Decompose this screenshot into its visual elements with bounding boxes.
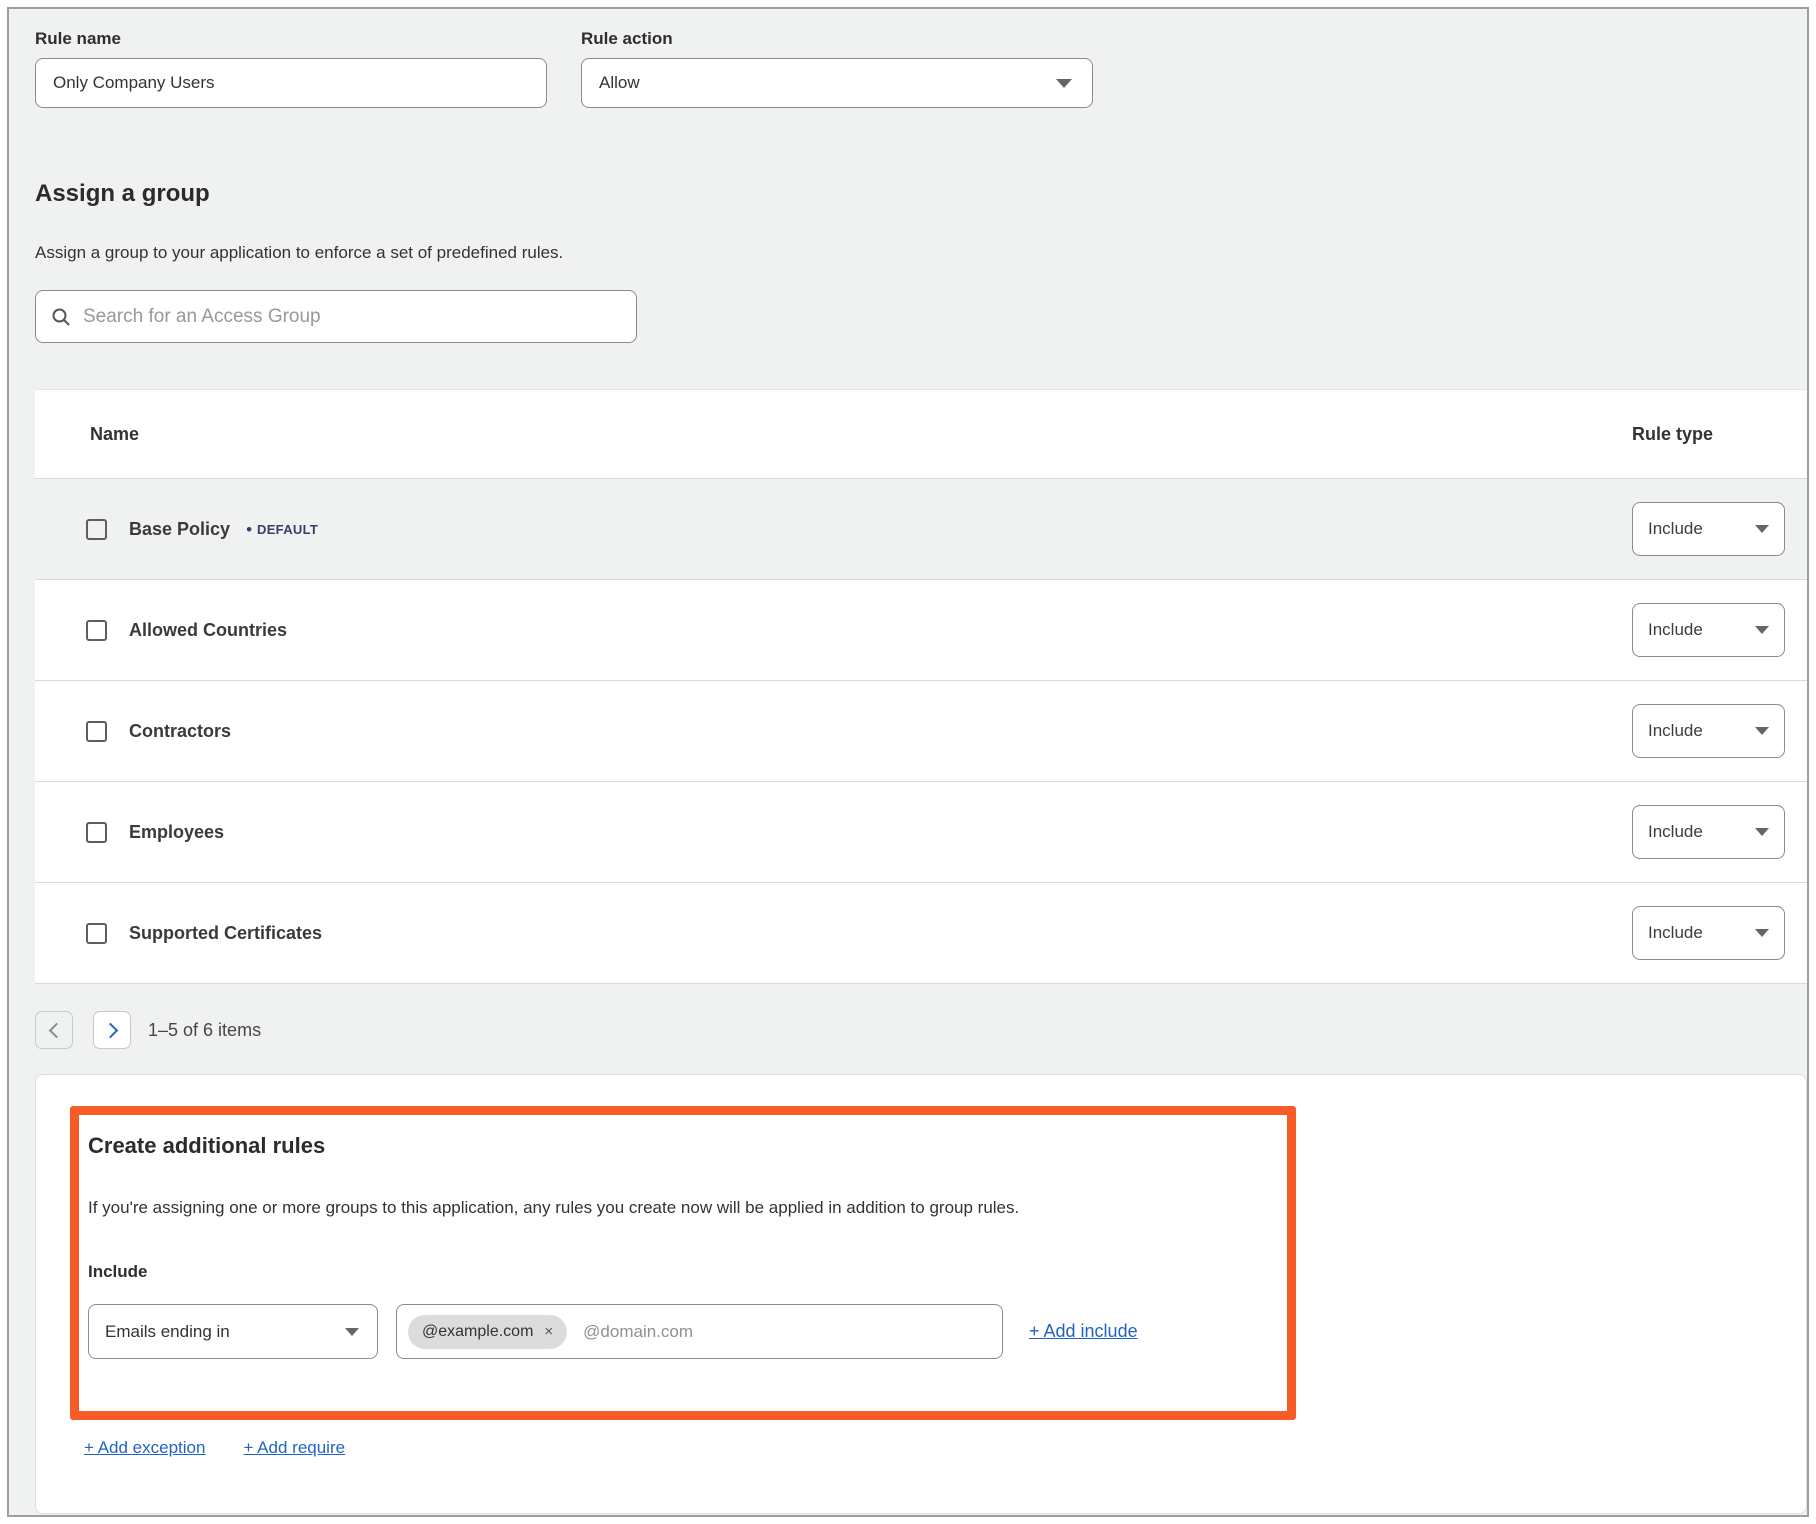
rule-type-value: Include (1648, 519, 1703, 539)
chevron-down-icon (1755, 929, 1769, 937)
rule-form: Rule name Rule action Allow (35, 29, 1807, 108)
rule-value-input-wrapper[interactable]: @example.com × (396, 1304, 1003, 1359)
additional-rules-description: If you're assigning one or more groups t… (88, 1196, 1267, 1220)
group-name: Contractors (129, 721, 231, 742)
row-checkbox[interactable] (86, 923, 107, 944)
rule-type-value: Include (1648, 923, 1703, 943)
rule-name-field-group: Rule name (35, 29, 547, 108)
include-rule-builder: Emails ending in @example.com × + Add in… (88, 1304, 1267, 1359)
rule-links-row: + Add exception + Add require (84, 1438, 1806, 1458)
assign-group-description: Assign a group to your application to en… (35, 242, 1807, 264)
column-header-name: Name (35, 424, 1632, 445)
rule-type-value: Include (1648, 822, 1703, 842)
table-header: Name Rule type (35, 390, 1807, 479)
group-name: Supported Certificates (129, 923, 322, 944)
group-name: Allowed Countries (129, 620, 287, 641)
group-name: Employees (129, 822, 224, 843)
group-name: Base Policy (129, 519, 230, 540)
rule-action-label: Rule action (581, 29, 1093, 49)
table-row: Allowed Countries Include (35, 580, 1807, 681)
row-checkbox[interactable] (86, 721, 107, 742)
rule-action-field-group: Rule action Allow (581, 29, 1093, 108)
chevron-down-icon (1056, 79, 1072, 88)
pagination: 1–5 of 6 items (35, 1011, 1807, 1049)
table-row: Contractors Include (35, 681, 1807, 782)
rule-name-label: Rule name (35, 29, 547, 49)
email-domain-chip: @example.com × (408, 1315, 567, 1349)
table-row: Employees Include (35, 782, 1807, 883)
row-checkbox[interactable] (86, 620, 107, 641)
chevron-down-icon (1755, 525, 1769, 533)
chevron-down-icon (345, 1328, 359, 1336)
rule-type-select[interactable]: Include (1632, 502, 1785, 556)
assign-group-heading: Assign a group (35, 180, 1807, 208)
page-frame: Rule name Rule action Allow Assign a gro… (7, 7, 1809, 1517)
chip-label: @example.com (422, 1323, 533, 1341)
table-row: Supported Certificates Include (35, 883, 1807, 984)
remove-chip-icon[interactable]: × (544, 1324, 553, 1339)
rule-type-select[interactable]: Include (1632, 704, 1785, 758)
pagination-range-text: 1–5 of 6 items (148, 1020, 261, 1041)
rule-name-input[interactable] (35, 58, 547, 108)
rule-type-select[interactable]: Include (1632, 906, 1785, 960)
chevron-down-icon (1755, 626, 1769, 634)
page-content: Rule name Rule action Allow Assign a gro… (9, 9, 1807, 1514)
chevron-down-icon (1755, 828, 1769, 836)
rule-action-value: Allow (599, 73, 640, 93)
previous-page-button[interactable] (35, 1011, 73, 1049)
additional-rules-heading: Create additional rules (88, 1133, 1267, 1159)
rule-type-select[interactable]: Include (1632, 603, 1785, 657)
rule-criteria-value: Emails ending in (105, 1322, 230, 1342)
access-groups-table: Name Rule type Base Policy • DEFAULT Inc… (35, 389, 1807, 984)
badge-label: DEFAULT (257, 522, 318, 537)
rule-criteria-select[interactable]: Emails ending in (88, 1304, 378, 1359)
row-checkbox[interactable] (86, 519, 107, 540)
include-section-label: Include (88, 1261, 1267, 1283)
rule-type-select[interactable]: Include (1632, 805, 1785, 859)
rule-action-select[interactable]: Allow (581, 58, 1093, 108)
chevron-right-icon (102, 1022, 118, 1038)
add-include-link[interactable]: + Add include (1029, 1321, 1138, 1342)
access-group-search[interactable] (35, 290, 637, 343)
rule-type-value: Include (1648, 721, 1703, 741)
search-input[interactable] (83, 306, 621, 328)
add-exception-link[interactable]: + Add exception (84, 1438, 205, 1458)
additional-rules-card: Create additional rules If you're assign… (35, 1074, 1807, 1514)
domain-input[interactable] (583, 1322, 991, 1342)
highlight-annotation-box: Create additional rules If you're assign… (70, 1106, 1296, 1420)
column-header-rule-type: Rule type (1632, 424, 1807, 445)
chevron-left-icon (48, 1022, 64, 1038)
chevron-down-icon (1755, 727, 1769, 735)
next-page-button[interactable] (93, 1011, 131, 1049)
search-icon (51, 307, 71, 327)
table-row: Base Policy • DEFAULT Include (35, 479, 1807, 580)
default-badge: • DEFAULT (246, 521, 318, 538)
add-require-link[interactable]: + Add require (243, 1438, 345, 1458)
rule-type-value: Include (1648, 620, 1703, 640)
row-checkbox[interactable] (86, 822, 107, 843)
badge-dot-icon: • (246, 521, 252, 538)
